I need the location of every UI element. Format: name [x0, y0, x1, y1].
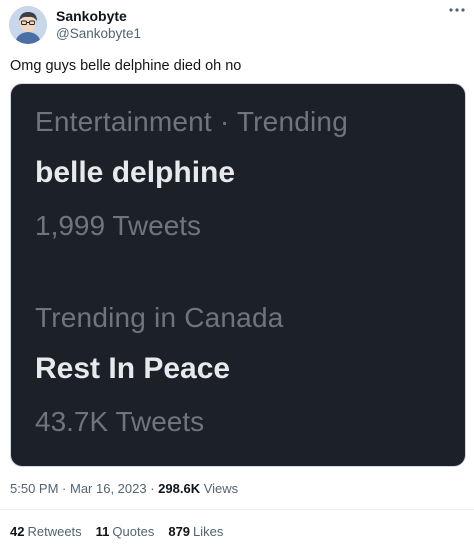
tweet-date[interactable]: Mar 16, 2023 [70, 481, 147, 496]
retweets-stat[interactable]: 42 Retweets [10, 524, 82, 539]
quotes-label: Quotes [112, 524, 155, 539]
tweet-image[interactable]: Entertainment · Trending belle delphine … [10, 83, 466, 467]
trend-item: Trending in Canada Rest In Peace 43.7K T… [35, 302, 284, 438]
avatar[interactable] [9, 6, 47, 44]
views-count: 298.6K [158, 481, 201, 496]
trend-name: Rest In Peace [35, 352, 231, 385]
author-name[interactable]: Sankobyte [56, 8, 127, 24]
likes-stat[interactable]: 879 Likes [168, 524, 223, 539]
author-handle[interactable]: @Sankobyte1 [56, 26, 141, 41]
trend-category: Entertainment · Trending [35, 106, 348, 137]
views-label: Views [203, 481, 239, 496]
separator: · [146, 481, 159, 496]
tweet-time[interactable]: 5:50 PM [10, 481, 58, 496]
separator: · [58, 481, 70, 496]
divider [0, 509, 474, 510]
engagement-stats: 42 Retweets 11 Quotes 879 Likes [10, 524, 223, 539]
trend-item: Entertainment · Trending belle delphine … [35, 106, 348, 242]
quotes-count: 11 [95, 524, 110, 539]
trend-category: Trending in Canada [35, 302, 284, 333]
likes-count: 879 [168, 524, 191, 539]
retweets-count: 42 [10, 524, 25, 539]
more-horizontal-icon [449, 8, 465, 12]
tweet-text: Omg guys belle delphine died oh no [10, 58, 242, 74]
quotes-stat[interactable]: 11 Quotes [96, 524, 155, 539]
trend-name: belle delphine [35, 156, 236, 189]
trend-count: 43.7K Tweets [35, 406, 205, 437]
timestamp-line: 5:50 PM · Mar 16, 2023 · 298.6K Views [10, 481, 238, 496]
more-options-button[interactable] [448, 2, 466, 19]
trend-count: 1,999 Tweets [35, 210, 202, 241]
likes-label: Likes [193, 524, 224, 539]
retweets-label: Retweets [27, 524, 82, 539]
